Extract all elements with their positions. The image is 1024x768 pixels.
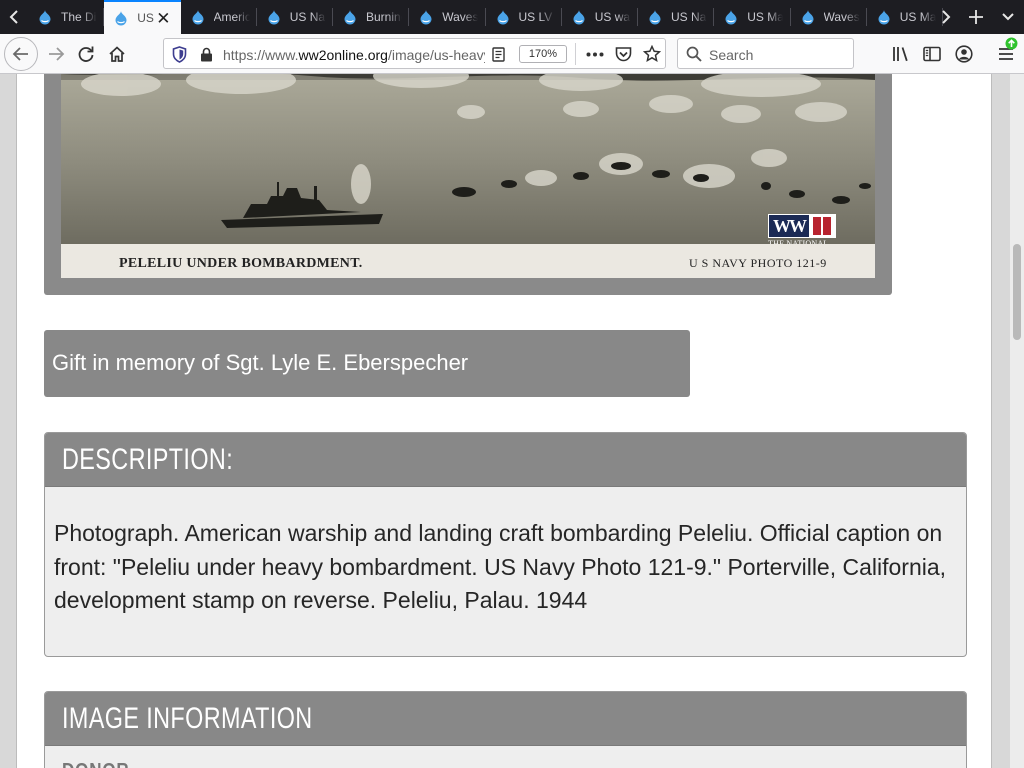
tab-title: Waves xyxy=(442,10,479,24)
library-icon xyxy=(893,47,908,62)
photo-caption-title: PELELIU UNDER BOMBARDMENT. xyxy=(119,256,363,271)
drupal-favicon-icon xyxy=(802,10,813,25)
bookmark-star-icon[interactable] xyxy=(643,45,661,63)
photo-caption-strip: PELELIU UNDER BOMBARDMENT. U S NAVY PHOT… xyxy=(61,244,875,278)
tab-title: Waves xyxy=(823,10,860,24)
account-icon xyxy=(955,45,973,63)
sidebar-icon xyxy=(923,46,941,62)
tab-title: American xyxy=(213,10,250,24)
tab-strip: The Dig US✕ American US Na Burning Waves US LV… xyxy=(0,0,1024,34)
image-information-panel: IMAGE INFORMATION DONOR xyxy=(44,691,967,768)
arrow-left-icon xyxy=(12,47,28,61)
reload-button[interactable] xyxy=(72,40,100,68)
image-frame: WW THE NATIONAL WWII MUSEUM PELELIU UNDE… xyxy=(44,74,892,295)
search-icon xyxy=(686,46,702,62)
tab-title: The Dig xyxy=(61,10,97,24)
drupal-favicon-icon xyxy=(268,10,280,25)
tab[interactable]: US LV xyxy=(486,0,562,34)
home-icon xyxy=(109,46,125,62)
drupal-favicon-icon xyxy=(649,10,661,25)
pocket-icon[interactable] xyxy=(615,46,632,62)
forward-button[interactable] xyxy=(42,40,70,68)
account-button[interactable] xyxy=(951,40,977,68)
page-actions-menu-icon[interactable] xyxy=(586,52,604,57)
reader-view-icon[interactable] xyxy=(492,47,505,62)
tab[interactable]: The Dig xyxy=(28,0,105,34)
chevron-down-icon xyxy=(1002,13,1014,21)
scrollbar-thumb[interactable] xyxy=(1013,244,1021,340)
url-bar-divider xyxy=(575,43,576,65)
tab[interactable]: Burning xyxy=(333,0,410,34)
drupal-favicon-icon xyxy=(573,10,585,25)
search-placeholder: Search xyxy=(709,47,754,63)
navigation-toolbar: https://www.ww2online.org/image/us-heavy… xyxy=(0,34,1024,74)
drupal-favicon-icon xyxy=(39,10,51,25)
tab-title: Burning xyxy=(366,10,402,24)
gift-memorial-text: Gift in memory of Sgt. Lyle E. Eberspech… xyxy=(52,350,469,375)
scroll-tabs-right-button[interactable] xyxy=(932,0,960,34)
page-viewport: WW THE NATIONAL WWII MUSEUM PELELIU UNDE… xyxy=(0,74,1024,768)
tab-title: US Ma xyxy=(899,10,936,24)
tab-title: US wa xyxy=(594,10,631,24)
tab[interactable]: US Na xyxy=(257,0,333,34)
tab-title: US Na xyxy=(289,10,326,24)
chevron-right-icon xyxy=(942,10,951,24)
drupal-favicon-icon xyxy=(115,11,127,26)
description-heading: DESCRIPTION: xyxy=(62,443,234,476)
home-button[interactable] xyxy=(103,40,131,68)
scroll-tabs-left-button[interactable] xyxy=(0,0,28,34)
close-tab-icon[interactable]: ✕ xyxy=(156,9,170,29)
drupal-favicon-icon xyxy=(497,10,508,25)
arrow-right-icon xyxy=(49,47,65,61)
tab-list: The Dig US✕ American US Na Burning Waves US LV… xyxy=(28,0,1024,34)
description-header: DESCRIPTION: xyxy=(45,433,966,487)
drupal-favicon-icon xyxy=(878,10,890,25)
image-information-header: IMAGE INFORMATION xyxy=(45,692,966,746)
tab-active[interactable]: US ✕ xyxy=(104,0,181,34)
search-bar[interactable]: Search xyxy=(677,38,854,69)
lock-icon[interactable] xyxy=(200,47,213,62)
gift-memorial-box: Gift in memory of Sgt. Lyle E. Eberspech… xyxy=(44,330,690,397)
new-tab-button[interactable] xyxy=(962,0,990,34)
tab-title: US Ma xyxy=(747,10,784,24)
tab[interactable]: US Ma xyxy=(714,0,791,34)
zoom-level-badge[interactable]: 170% xyxy=(519,45,567,63)
list-all-tabs-button[interactable] xyxy=(994,0,1022,34)
description-text: Photograph. American warship and landing… xyxy=(54,520,947,613)
url-text[interactable]: https://www.ww2online.org/image/us-heavy xyxy=(223,47,485,63)
image-information-heading: IMAGE INFORMATION xyxy=(62,702,313,735)
chevron-left-icon xyxy=(9,10,18,24)
peleliu-bombardment-photo[interactable]: WW THE NATIONAL WWII MUSEUM PELELIU UNDE… xyxy=(61,74,875,278)
tab[interactable]: Waves xyxy=(409,0,486,34)
page-content: WW THE NATIONAL WWII MUSEUM PELELIU UNDE… xyxy=(16,74,992,768)
reload-icon xyxy=(78,46,94,62)
library-button[interactable] xyxy=(888,40,914,68)
donor-label: DONOR xyxy=(62,760,130,768)
url-prefix: https://www. xyxy=(223,47,299,63)
update-available-icon xyxy=(1005,37,1018,50)
tab[interactable]: Waves xyxy=(791,0,867,34)
drupal-favicon-icon xyxy=(420,10,432,25)
tab[interactable]: US Na xyxy=(638,0,715,34)
plus-icon xyxy=(969,10,983,24)
drupal-favicon-icon xyxy=(192,10,203,25)
tab[interactable]: American xyxy=(181,0,257,34)
tab-title: US LV xyxy=(518,10,553,24)
drupal-favicon-icon xyxy=(344,10,356,25)
description-panel: DESCRIPTION: Photograph. American warshi… xyxy=(44,432,967,657)
vertical-scrollbar[interactable] xyxy=(1010,74,1024,768)
url-path: /image/us-heavy xyxy=(387,47,485,63)
tab[interactable]: US wa xyxy=(562,0,638,34)
photo-caption-credit: U S NAVY PHOTO 121-9 xyxy=(689,256,827,270)
drupal-favicon-icon xyxy=(725,10,737,25)
url-domain: ww2online.org xyxy=(298,47,388,63)
tab-title: US Na xyxy=(671,10,707,24)
back-button[interactable] xyxy=(4,37,38,71)
tracking-protection-shield-icon[interactable] xyxy=(172,46,187,63)
app-menu-button[interactable] xyxy=(992,37,1020,68)
sidebar-toggle-button[interactable] xyxy=(919,40,945,68)
url-bar[interactable]: https://www.ww2online.org/image/us-heavy… xyxy=(163,38,666,69)
